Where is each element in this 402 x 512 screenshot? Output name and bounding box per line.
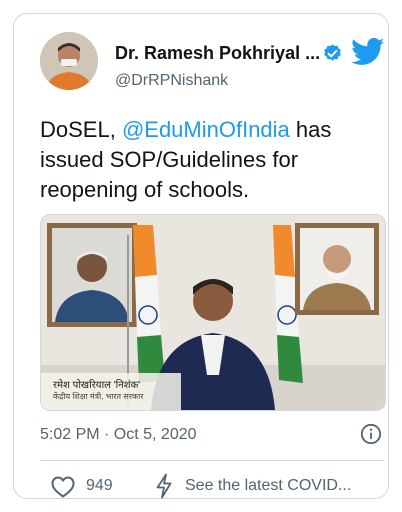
media-caption-title: केंद्रीय शिक्षा मंत्री, भारत सरकार (53, 392, 144, 401)
like-count[interactable]: 949 (86, 477, 113, 495)
tweet-card[interactable]: Dr. Ramesh Pokhriyal ... @DrRPNishank Do… (13, 13, 389, 499)
media-caption-name: रमेश पोखरियाल 'निशंक' (53, 380, 141, 391)
divider (40, 460, 384, 461)
avatar[interactable] (40, 32, 98, 90)
tweet-timestamp[interactable]: 5:02 PM · Oct 5, 2020 (40, 426, 197, 444)
info-icon[interactable] (360, 423, 382, 445)
twitter-bird-icon[interactable] (351, 38, 385, 66)
heart-icon[interactable] (51, 476, 75, 498)
mention-link[interactable]: @EduMinOfIndia (122, 117, 290, 142)
lightning-icon[interactable] (155, 473, 173, 499)
author-handle[interactable]: @DrRPNishank (115, 72, 228, 90)
author-name[interactable]: Dr. Ramesh Pokhriyal ... (115, 43, 320, 64)
tweet-text-prefix: DoSEL, (40, 117, 122, 142)
see-latest-covid-link[interactable]: See the latest COVID... (185, 477, 351, 495)
tweet-media-image[interactable]: रमेश पोखरियाल 'निशंक' केंद्रीय शिक्षा मं… (40, 214, 386, 411)
verified-badge-icon (324, 44, 341, 61)
tweet-text: DoSEL, @EduMinOfIndia has issued SOP/Gui… (40, 115, 380, 205)
